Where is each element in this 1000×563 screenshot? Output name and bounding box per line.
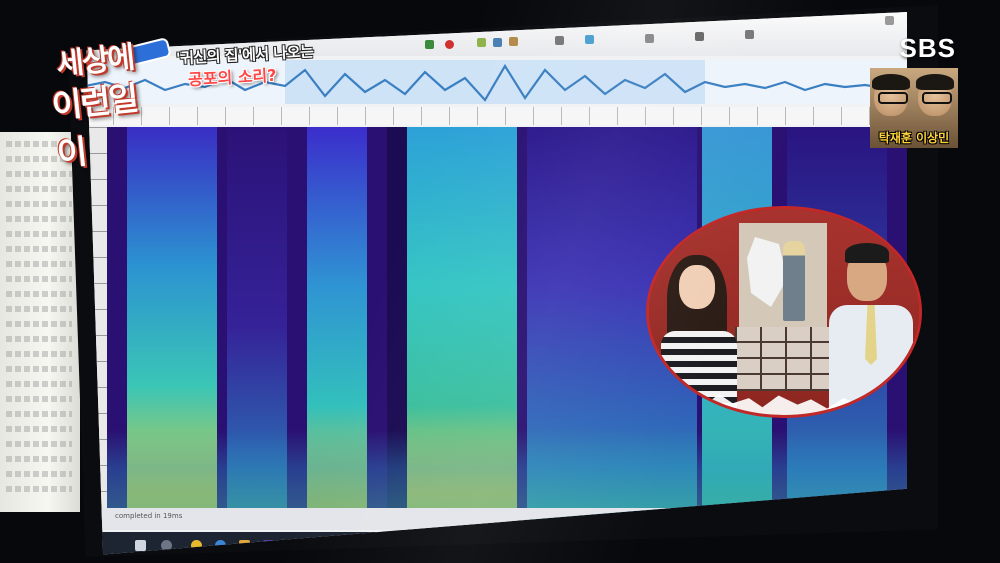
logo-line-2: 이런일이	[50, 78, 139, 174]
caption-line-2: 공포의 소리?	[187, 65, 277, 90]
tool-icon	[645, 34, 654, 43]
tool-icon	[509, 37, 518, 46]
female-anchor	[661, 255, 737, 415]
host-hair	[916, 74, 954, 90]
tool-icon	[555, 36, 564, 45]
tool-icon	[477, 38, 486, 47]
hosts-names: 탁재훈 이상민	[878, 131, 950, 145]
hosts-panel: 탁재훈 이상민	[870, 68, 958, 148]
status-text: completed in 19ms	[115, 512, 183, 520]
male-anchor	[829, 239, 913, 415]
broadcaster-logo: SBS	[899, 33, 956, 63]
tool-icon	[493, 38, 502, 47]
wall-painting	[739, 223, 827, 329]
window-close-icon	[885, 16, 894, 25]
windows-start-icon[interactable]	[135, 540, 146, 551]
scene: completed in 19ms 세상에 이런일이 '귀신의 집'에서 나오는…	[0, 0, 1000, 563]
glasses-icon	[878, 92, 908, 104]
glasses-icon	[922, 92, 952, 104]
tool-icon	[585, 35, 594, 44]
brick-wall	[735, 327, 835, 391]
tool-icon	[695, 32, 704, 41]
paper-document	[0, 132, 80, 512]
time-ruler	[86, 107, 907, 125]
tool-icon	[745, 30, 754, 39]
program-logo: 세상에 이런일이	[48, 26, 170, 174]
inset-video	[646, 206, 922, 418]
host-hair	[872, 74, 910, 90]
play-icon	[425, 40, 434, 49]
record-icon	[445, 40, 454, 49]
